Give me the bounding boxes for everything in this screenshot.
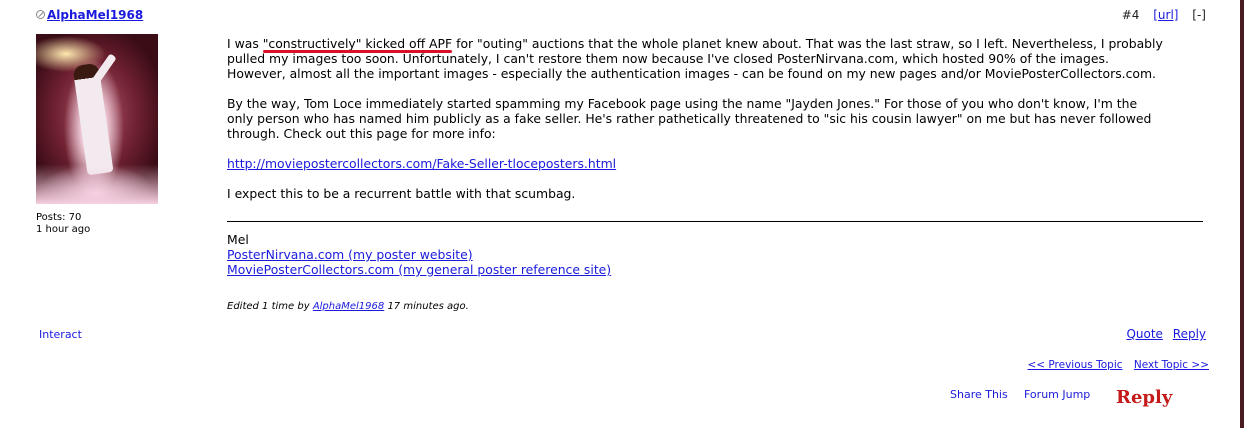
signature-name: Mel xyxy=(227,232,249,247)
avatar xyxy=(36,34,158,204)
poster-nirvana-link[interactable]: PosterNirvana.com (my poster website) xyxy=(227,247,473,262)
post-actions: Quote Reply xyxy=(1120,327,1206,341)
edited-by-link[interactable]: AlphaMel1968 xyxy=(313,301,384,312)
signature-divider xyxy=(227,221,1203,222)
collapse-post-toggle[interactable]: [-] xyxy=(1192,8,1206,22)
edited-suffix: 17 minutes ago. xyxy=(384,301,469,312)
edited-note: Edited 1 time by AlphaMel1968 17 minutes… xyxy=(227,301,469,312)
offline-status-icon xyxy=(36,10,45,19)
fake-seller-link[interactable]: http://moviepostercollectors.com/Fake-Se… xyxy=(227,156,616,171)
interact-menu[interactable]: Interact xyxy=(39,328,82,341)
user-stats: Posts: 70 1 hour ago xyxy=(36,212,90,236)
share-this-button[interactable]: Share This xyxy=(950,388,1008,401)
author-area: AlphaMel1968 xyxy=(36,8,143,22)
post-paragraph-3: http://moviepostercollectors.com/Fake-Se… xyxy=(227,156,1167,171)
highlighted-phrase: "constructively" kicked off APF xyxy=(262,36,453,51)
signature: Mel PosterNirvana.com (my poster website… xyxy=(227,232,611,277)
edited-prefix: Edited 1 time by xyxy=(227,301,313,312)
post-url-link[interactable]: [url] xyxy=(1153,8,1178,22)
author-link[interactable]: AlphaMel1968 xyxy=(47,8,143,22)
user-last-seen: 1 hour ago xyxy=(36,224,91,235)
quote-button[interactable]: Quote xyxy=(1126,327,1162,341)
reply-button[interactable]: Reply xyxy=(1116,387,1172,408)
reply-link[interactable]: Reply xyxy=(1173,327,1206,341)
movie-poster-collectors-link[interactable]: MoviePosterCollectors.com (my general po… xyxy=(227,262,611,277)
post-paragraph-2: By the way, Tom Loce immediately started… xyxy=(227,96,1152,141)
previous-topic-link[interactable]: << Previous Topic xyxy=(1027,359,1122,371)
post-header: AlphaMel1968 #4 [url] [-] xyxy=(36,8,1206,26)
paragraph-text: I was xyxy=(227,36,263,51)
window-edge xyxy=(1240,0,1244,428)
forum-jump-button[interactable]: Forum Jump xyxy=(1024,388,1090,401)
user-post-count: Posts: 70 xyxy=(36,212,82,223)
avatar-fog xyxy=(36,164,158,204)
post-number: #4 xyxy=(1121,8,1140,22)
bottom-actions: Share This Forum Jump Reply xyxy=(944,387,1244,417)
post-body: I was "constructively" kicked off APF fo… xyxy=(227,36,1167,216)
next-topic-link[interactable]: Next Topic >> xyxy=(1134,359,1209,371)
post-paragraph-1: I was "constructively" kicked off APF fo… xyxy=(227,36,1167,81)
topic-navigation: << Previous Topic Next Topic >> xyxy=(1019,359,1209,371)
post-paragraph-4: I expect this to be a recurrent battle w… xyxy=(227,186,576,201)
post-controls: #4 [url] [-] xyxy=(1112,8,1206,22)
